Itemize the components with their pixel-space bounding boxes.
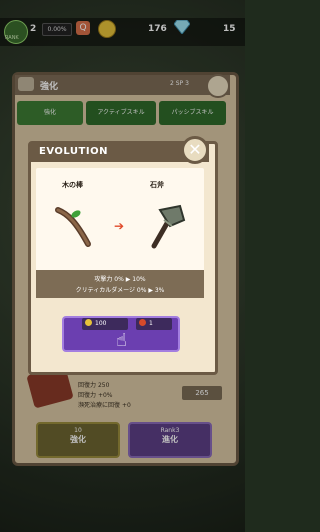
evolve-arrow-icon: ➔: [114, 219, 125, 233]
material-cost-value: 1: [149, 320, 153, 327]
material-cost-chip: 1: [136, 318, 172, 330]
evolution-modal-title: EVOLUTION: [39, 146, 108, 157]
coin-icon: [85, 319, 92, 326]
material-icon: [139, 319, 146, 326]
from-item-name: 木の棒: [62, 181, 83, 189]
stat-crit-line: クリティカルダメージ 0% ▶ 3%: [75, 287, 165, 294]
coin-cost-chip: 100: [82, 318, 128, 330]
modal-close-button[interactable]: ✕: [181, 136, 209, 164]
stone-axe-icon: [151, 204, 186, 249]
coin-cost-value: 100: [95, 320, 107, 327]
tap-hand-icon: ☝: [116, 330, 127, 351]
wooden-stick-icon: [55, 207, 91, 247]
to-item-name: 石斧: [150, 181, 164, 189]
stat-attack-line: 攻撃力 0% ▶ 10%: [94, 276, 146, 283]
close-icon: ✕: [188, 140, 202, 159]
